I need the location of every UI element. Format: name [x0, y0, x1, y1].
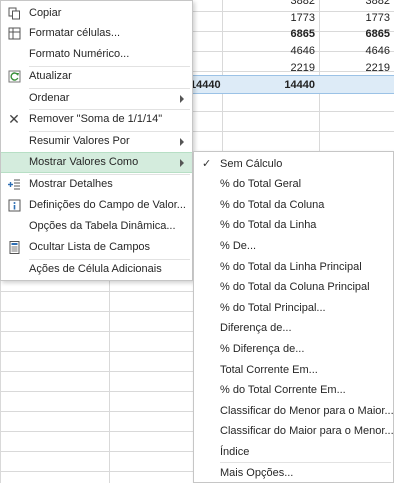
format-cells-icon	[7, 26, 21, 40]
submenu-item-pct-grand-total[interactable]: % do Total Geral	[194, 174, 393, 194]
menu-item-label: Atualizar	[29, 70, 72, 82]
submenu-item-rank-smallest-to-largest[interactable]: Classificar do Menor para o Maior...	[194, 401, 393, 421]
menu-item-hide-field-list[interactable]: Ocultar Lista de Campos	[1, 237, 192, 258]
menu-item-format-cells[interactable]: Formatar células...	[1, 23, 192, 44]
menu-item-label: % do Total da Linha Principal	[220, 261, 362, 273]
submenu-item-pct-parent-total[interactable]: % do Total Principal...	[194, 298, 393, 318]
menu-item-summarize-values-by[interactable]: Resumir Valores Por	[1, 131, 192, 152]
submenu-item-pct-difference-from[interactable]: % Diferença de...	[194, 339, 393, 359]
refresh-icon	[7, 69, 21, 83]
menu-item-label: % De...	[220, 240, 257, 252]
submenu-item-pct-parent-row-total[interactable]: % do Total da Linha Principal	[194, 257, 393, 277]
menu-item-show-values-as[interactable]: Mostrar Valores Como	[1, 152, 192, 173]
menu-item-label: Classificar do Maior para o Menor...	[220, 425, 393, 437]
field-settings-icon	[7, 198, 21, 212]
submenu-item-running-total-in[interactable]: Total Corrente Em...	[194, 360, 393, 380]
menu-item-refresh[interactable]: Atualizar	[1, 66, 192, 87]
menu-item-label: Índice	[220, 446, 250, 458]
submenu-item-no-calculation[interactable]: ✓ Sem Cálculo	[194, 154, 393, 174]
menu-item-label: % Diferença de...	[220, 343, 305, 355]
show-values-as-submenu: ✓ Sem Cálculo % do Total Geral % do Tota…	[193, 151, 394, 483]
remove-x-icon: ✕	[8, 110, 20, 127]
menu-item-show-details[interactable]: Mostrar Detalhes	[1, 174, 192, 195]
value-cell[interactable]: 2219	[319, 58, 394, 78]
submenu-item-pct-parent-column-total[interactable]: % do Total da Coluna Principal	[194, 277, 393, 297]
menu-item-copy[interactable]: Copiar	[1, 3, 192, 24]
menu-item-label: Copiar	[29, 7, 62, 19]
submenu-item-pct-running-total-in[interactable]: % do Total Corrente Em...	[194, 380, 393, 400]
menu-item-label: Mostrar Valores Como	[29, 156, 139, 168]
submenu-item-pct-row-total[interactable]: % do Total da Linha	[194, 215, 393, 235]
menu-item-number-format[interactable]: Formato Numérico...	[1, 44, 192, 65]
chevron-right-icon	[180, 159, 184, 167]
chevron-right-icon	[180, 138, 184, 146]
chevron-right-icon	[180, 95, 184, 103]
menu-item-value-field-settings[interactable]: Definições do Campo de Valor...	[1, 195, 192, 216]
submenu-item-pct-of[interactable]: % De...	[194, 236, 393, 256]
submenu-item-more-options[interactable]: Mais Opções...	[194, 463, 393, 483]
show-details-icon	[7, 177, 21, 191]
menu-item-label: Mostrar Detalhes	[29, 178, 113, 190]
context-menu: Copiar Formatar células... Formato Numér…	[0, 0, 193, 281]
copy-icon	[7, 6, 21, 20]
grand-total-cell[interactable]: 14440	[222, 75, 319, 95]
menu-item-label: Classificar do Menor para o Maior...	[220, 405, 393, 417]
checkmark-icon: ✓	[202, 158, 212, 170]
submenu-item-index[interactable]: Índice	[194, 442, 393, 462]
menu-item-label: Formato Numérico...	[29, 48, 130, 60]
menu-item-label: Diferença de...	[220, 322, 292, 334]
menu-item-label: Remover "Soma de 1/1/14"	[29, 113, 163, 125]
menu-item-label: % do Total da Coluna	[220, 199, 325, 211]
menu-item-remove-field[interactable]: ✕ Remover "Soma de 1/1/14"	[1, 109, 192, 130]
field-list-icon	[7, 240, 21, 254]
submenu-item-rank-largest-to-smallest[interactable]: Classificar do Maior para o Menor...	[194, 421, 393, 441]
menu-item-label: % do Total Principal...	[220, 302, 326, 314]
grand-total-cell[interactable]: 14440	[190, 75, 222, 95]
menu-item-label: Resumir Valores Por	[29, 135, 130, 147]
submenu-item-pct-column-total[interactable]: % do Total da Coluna	[194, 195, 393, 215]
menu-item-label: % do Total da Coluna Principal	[220, 281, 370, 293]
menu-item-label: Opções da Tabela Dinâmica...	[29, 220, 176, 232]
menu-item-label: Formatar células...	[29, 27, 121, 39]
menu-item-label: Sem Cálculo	[220, 158, 283, 170]
menu-item-additional-actions[interactable]: Ações de Célula Adicionais	[1, 259, 192, 280]
menu-item-label: % do Total Corrente Em...	[220, 384, 346, 396]
submenu-item-difference-from[interactable]: Diferença de...	[194, 318, 393, 338]
menu-item-label: Ocultar Lista de Campos	[29, 241, 151, 253]
menu-item-label: % do Total Geral	[220, 178, 302, 190]
menu-item-label: % do Total da Linha	[220, 219, 317, 231]
menu-item-label: Ações de Célula Adicionais	[29, 263, 162, 275]
menu-item-label: Total Corrente Em...	[220, 364, 318, 376]
menu-item-label: Ordenar	[29, 92, 70, 104]
menu-item-sort[interactable]: Ordenar	[1, 88, 192, 109]
menu-item-label: Mais Opções...	[220, 467, 294, 479]
menu-item-pivottable-options[interactable]: Opções da Tabela Dinâmica...	[1, 216, 192, 237]
menu-item-label: Definições do Campo de Valor...	[29, 199, 186, 211]
